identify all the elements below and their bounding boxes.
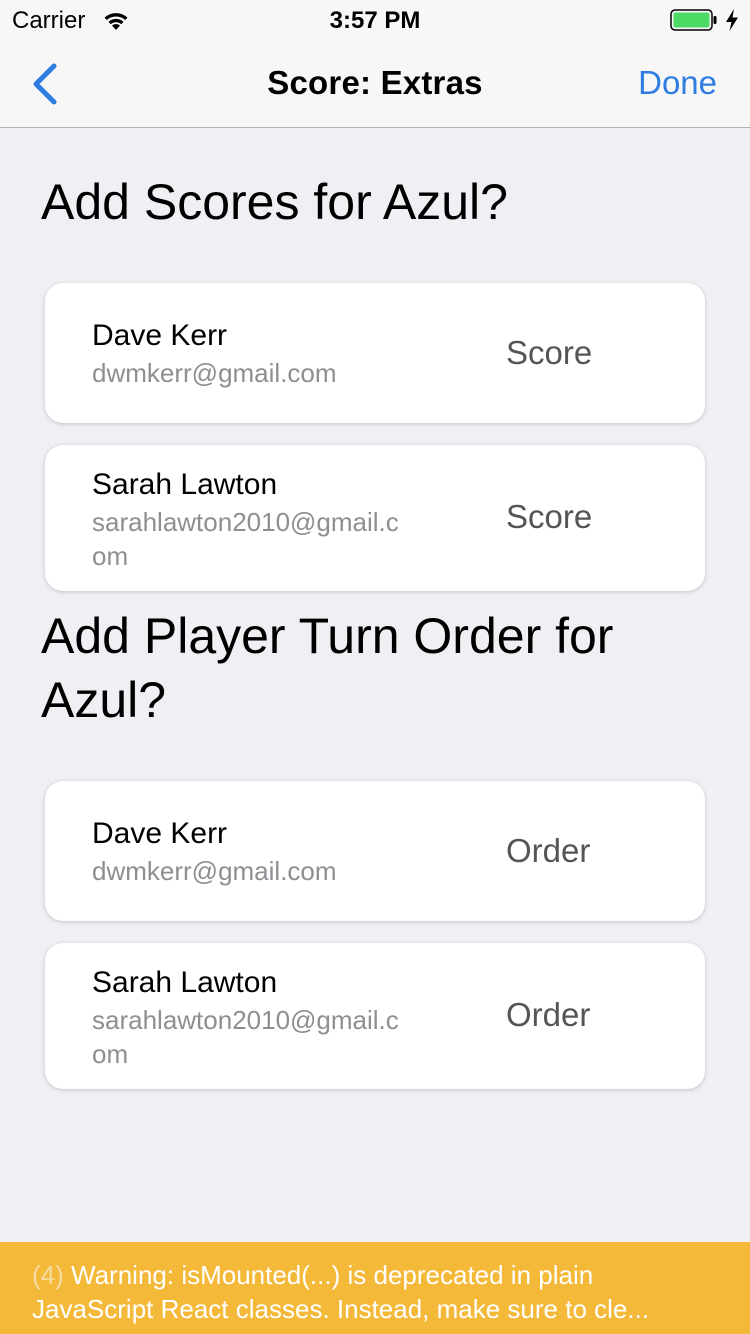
done-button[interactable]: Done [638,64,717,102]
order-button[interactable]: Order [506,996,590,1034]
scores-section-title: Add Scores for Azul? [41,174,508,230]
player-email: dwmkerr@gmail.com [92,856,337,886]
player-name: Sarah Lawton [92,966,278,999]
player-name: Dave Kerr [92,319,228,352]
warning-message-line1: Warning: isMounted(...) is deprecated in… [71,1260,594,1290]
order-button[interactable]: Order [506,832,590,870]
player-email: dwmkerr@gmail.com [92,358,337,388]
warning-banner[interactable]: (4) Warning: isMounted(...) is deprecate… [0,1242,750,1334]
player-name: Sarah Lawton [92,468,278,501]
order-card-sarah[interactable]: Sarah Lawton sarahlawton2010@gmail.c om … [45,943,705,1089]
warning-message-line2: JavaScript React classes. Instead, make … [32,1294,650,1324]
player-email-line1: sarahlawton2010@gmail.c [92,1005,399,1035]
player-name: Dave Kerr [92,817,228,850]
score-button[interactable]: Score [506,498,592,536]
status-bar: Carrier 3:57 PM [0,0,750,40]
warning-count: (4) [32,1260,64,1290]
player-email-line2: om [92,541,129,571]
score-card-dave[interactable]: Dave Kerr dwmkerr@gmail.com Score [45,283,705,423]
order-section-title-line2: Azul? [41,672,167,728]
nav-bar: Score: Extras Done [0,40,750,128]
score-card-sarah[interactable]: Sarah Lawton sarahlawton2010@gmail.c om … [45,445,705,591]
charging-bolt-icon [726,9,738,31]
screen: Carrier 3:57 PM Score: Extras Done Add S… [0,0,750,1334]
player-email-line1: sarahlawton2010@gmail.c [92,507,399,537]
warning-line-1: (4) Warning: isMounted(...) is deprecate… [32,1258,718,1292]
player-email-line2: om [92,1039,129,1069]
battery-icon [670,9,717,31]
order-card-dave[interactable]: Dave Kerr dwmkerr@gmail.com Order [45,781,705,921]
status-time: 3:57 PM [329,7,421,34]
score-button[interactable]: Score [506,334,592,372]
order-section-title-line1: Add Player Turn Order for [41,608,614,664]
